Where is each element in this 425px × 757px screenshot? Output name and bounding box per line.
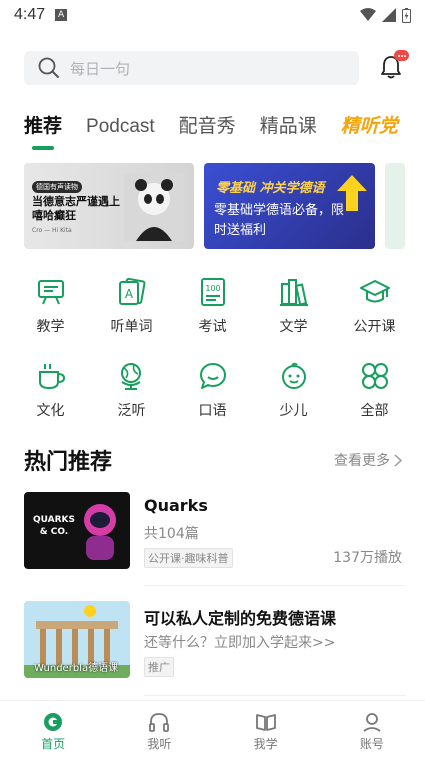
- category-exam[interactable]: 100 考试: [172, 276, 253, 336]
- battery-icon: [402, 7, 411, 23]
- nav-label: 我学: [253, 737, 278, 751]
- tab-dubbing[interactable]: 配音秀: [179, 111, 236, 150]
- category-label: 考试: [198, 319, 227, 335]
- headphones-icon: [149, 713, 170, 732]
- category-tabs: 推荐 Podcast 配音秀 精品课 精听党: [24, 110, 414, 150]
- quarks-thumbnail: QUARKS & CO.: [24, 492, 130, 569]
- tab-intensive-listening[interactable]: 精听党: [341, 111, 398, 150]
- child-face-icon: [281, 362, 306, 389]
- category-label: 口语: [198, 403, 227, 419]
- search-placeholder: 每日一句: [70, 59, 131, 78]
- nav-label: 我听: [147, 737, 172, 751]
- banner-next-peek[interactable]: [385, 163, 405, 249]
- banner-carousel[interactable]: 德国有声读物 当德意志严谨遇上嘻哈癫狂 Cro — Hi Kita 零基础 冲关…: [24, 163, 425, 249]
- nav-account[interactable]: 账号: [319, 701, 425, 757]
- banner-credit: Cro — Hi Kita: [32, 227, 72, 234]
- ad-tag: 推广: [144, 657, 174, 677]
- speech-bubble-icon: [199, 363, 226, 389]
- category-all[interactable]: 全部: [334, 360, 415, 420]
- category-label: 公开课: [353, 319, 396, 335]
- word-card-icon: A: [118, 277, 145, 305]
- item-plays: 137万播放: [333, 550, 402, 566]
- nav-my-learning[interactable]: 我学: [213, 701, 319, 757]
- a-notification-icon: A: [55, 9, 68, 21]
- item-tag: 公开课·趣味科普: [144, 548, 233, 568]
- see-more-label: 查看更多: [334, 453, 390, 469]
- nav-label: 账号: [359, 737, 384, 751]
- user-icon: [363, 713, 381, 732]
- banner-title: 当德意志严谨遇上嘻哈癫狂: [32, 195, 120, 222]
- category-grid: 教学 A 听单词 100 考试 文学 公开课 文化 泛听 口语 少儿 全部: [10, 276, 415, 420]
- hot-section-header: 热门推荐 查看更多: [24, 444, 402, 476]
- chevron-right-icon: [394, 453, 402, 467]
- teaching-icon: [37, 280, 64, 305]
- category-label: 全部: [360, 403, 389, 419]
- clover-icon: [361, 363, 388, 389]
- nav-label: 首页: [41, 737, 66, 751]
- category-literature[interactable]: 文学: [253, 276, 334, 336]
- svg-text:A: A: [124, 287, 133, 301]
- category-label: 教学: [36, 319, 65, 335]
- astronaut-image: [84, 504, 116, 560]
- banner-title: 零基础 冲关学德语: [216, 181, 325, 196]
- category-label: 听单词: [110, 319, 153, 335]
- thumbnail-text: QUARKS & CO.: [32, 515, 76, 537]
- wifi-icon: [360, 8, 376, 21]
- arrow-up-icon: [337, 175, 367, 211]
- search-icon: [38, 57, 59, 78]
- item-count: 共104篇: [144, 526, 199, 542]
- see-more-link[interactable]: 查看更多: [334, 450, 402, 470]
- open-book-icon: [255, 714, 276, 731]
- category-label: 文学: [279, 319, 308, 335]
- category-culture[interactable]: 文化: [10, 360, 91, 420]
- category-extensive-listening[interactable]: 泛听: [91, 360, 172, 420]
- globe-icon: [120, 363, 141, 390]
- tab-recommend[interactable]: 推荐: [24, 111, 62, 150]
- banner-beginner-german[interactable]: 零基础 冲关学德语 零基础学德语必备，限时送福利: [204, 163, 375, 249]
- signal-icon: [382, 8, 396, 22]
- section-title: 热门推荐: [24, 450, 113, 475]
- nav-my-listening[interactable]: 我听: [106, 701, 212, 757]
- nav-home[interactable]: 首页: [0, 701, 106, 757]
- status-icons: [360, 7, 411, 23]
- graduation-cap-icon: [359, 280, 390, 303]
- category-children[interactable]: 少儿: [253, 360, 334, 420]
- item-title: Quarks: [144, 496, 208, 515]
- bottom-navigation: 首页 我听 我学 账号: [0, 700, 425, 757]
- banner-subtitle: 零基础学德语必备，限时送福利: [214, 203, 345, 238]
- status-time: 4:47: [14, 6, 46, 23]
- svg-text:100: 100: [205, 284, 220, 293]
- category-label: 泛听: [117, 403, 146, 419]
- status-bar: 4:47 A: [0, 0, 425, 30]
- item-subtitle: 还等什么？立即加入学起来>>: [144, 635, 336, 651]
- thumbnail-text: Wunderbla德语课: [34, 663, 119, 674]
- category-label: 文化: [36, 403, 65, 419]
- divider: [144, 695, 406, 696]
- panda-mask-image: [124, 173, 184, 241]
- search-row: 每日一句: [24, 50, 409, 86]
- course-thumbnail: Wunderbla德语课: [24, 601, 130, 678]
- search-input[interactable]: 每日一句: [24, 51, 359, 85]
- banner-tag: 德国有声读物: [32, 181, 82, 193]
- coffee-cup-icon: [38, 364, 65, 390]
- category-speaking[interactable]: 口语: [172, 360, 253, 420]
- divider: [144, 585, 406, 586]
- tab-podcast[interactable]: Podcast: [86, 116, 155, 150]
- list-item-quarks[interactable]: QUARKS & CO. Quarks 共104篇 公开课·趣味科普 137万播…: [24, 492, 406, 572]
- notification-bell-button[interactable]: [379, 50, 409, 80]
- item-title: 可以私人定制的免费德语课: [144, 609, 337, 628]
- category-label: 少儿: [279, 403, 308, 419]
- exam-icon: 100: [200, 278, 225, 306]
- category-word-listening[interactable]: A 听单词: [91, 276, 172, 336]
- tab-premium-course[interactable]: 精品课: [260, 111, 317, 150]
- books-icon: [279, 279, 308, 306]
- home-logo-icon: [44, 713, 63, 731]
- banner-audiobook[interactable]: 德国有声读物 当德意志严谨遇上嘻哈癫狂 Cro — Hi Kita: [24, 163, 194, 249]
- list-item-custom-course[interactable]: Wunderbla德语课 可以私人定制的免费德语课 还等什么？立即加入学起来>>…: [24, 601, 406, 681]
- category-open-course[interactable]: 公开课: [334, 276, 415, 336]
- notification-badge: [394, 50, 409, 61]
- category-teaching[interactable]: 教学: [10, 276, 91, 336]
